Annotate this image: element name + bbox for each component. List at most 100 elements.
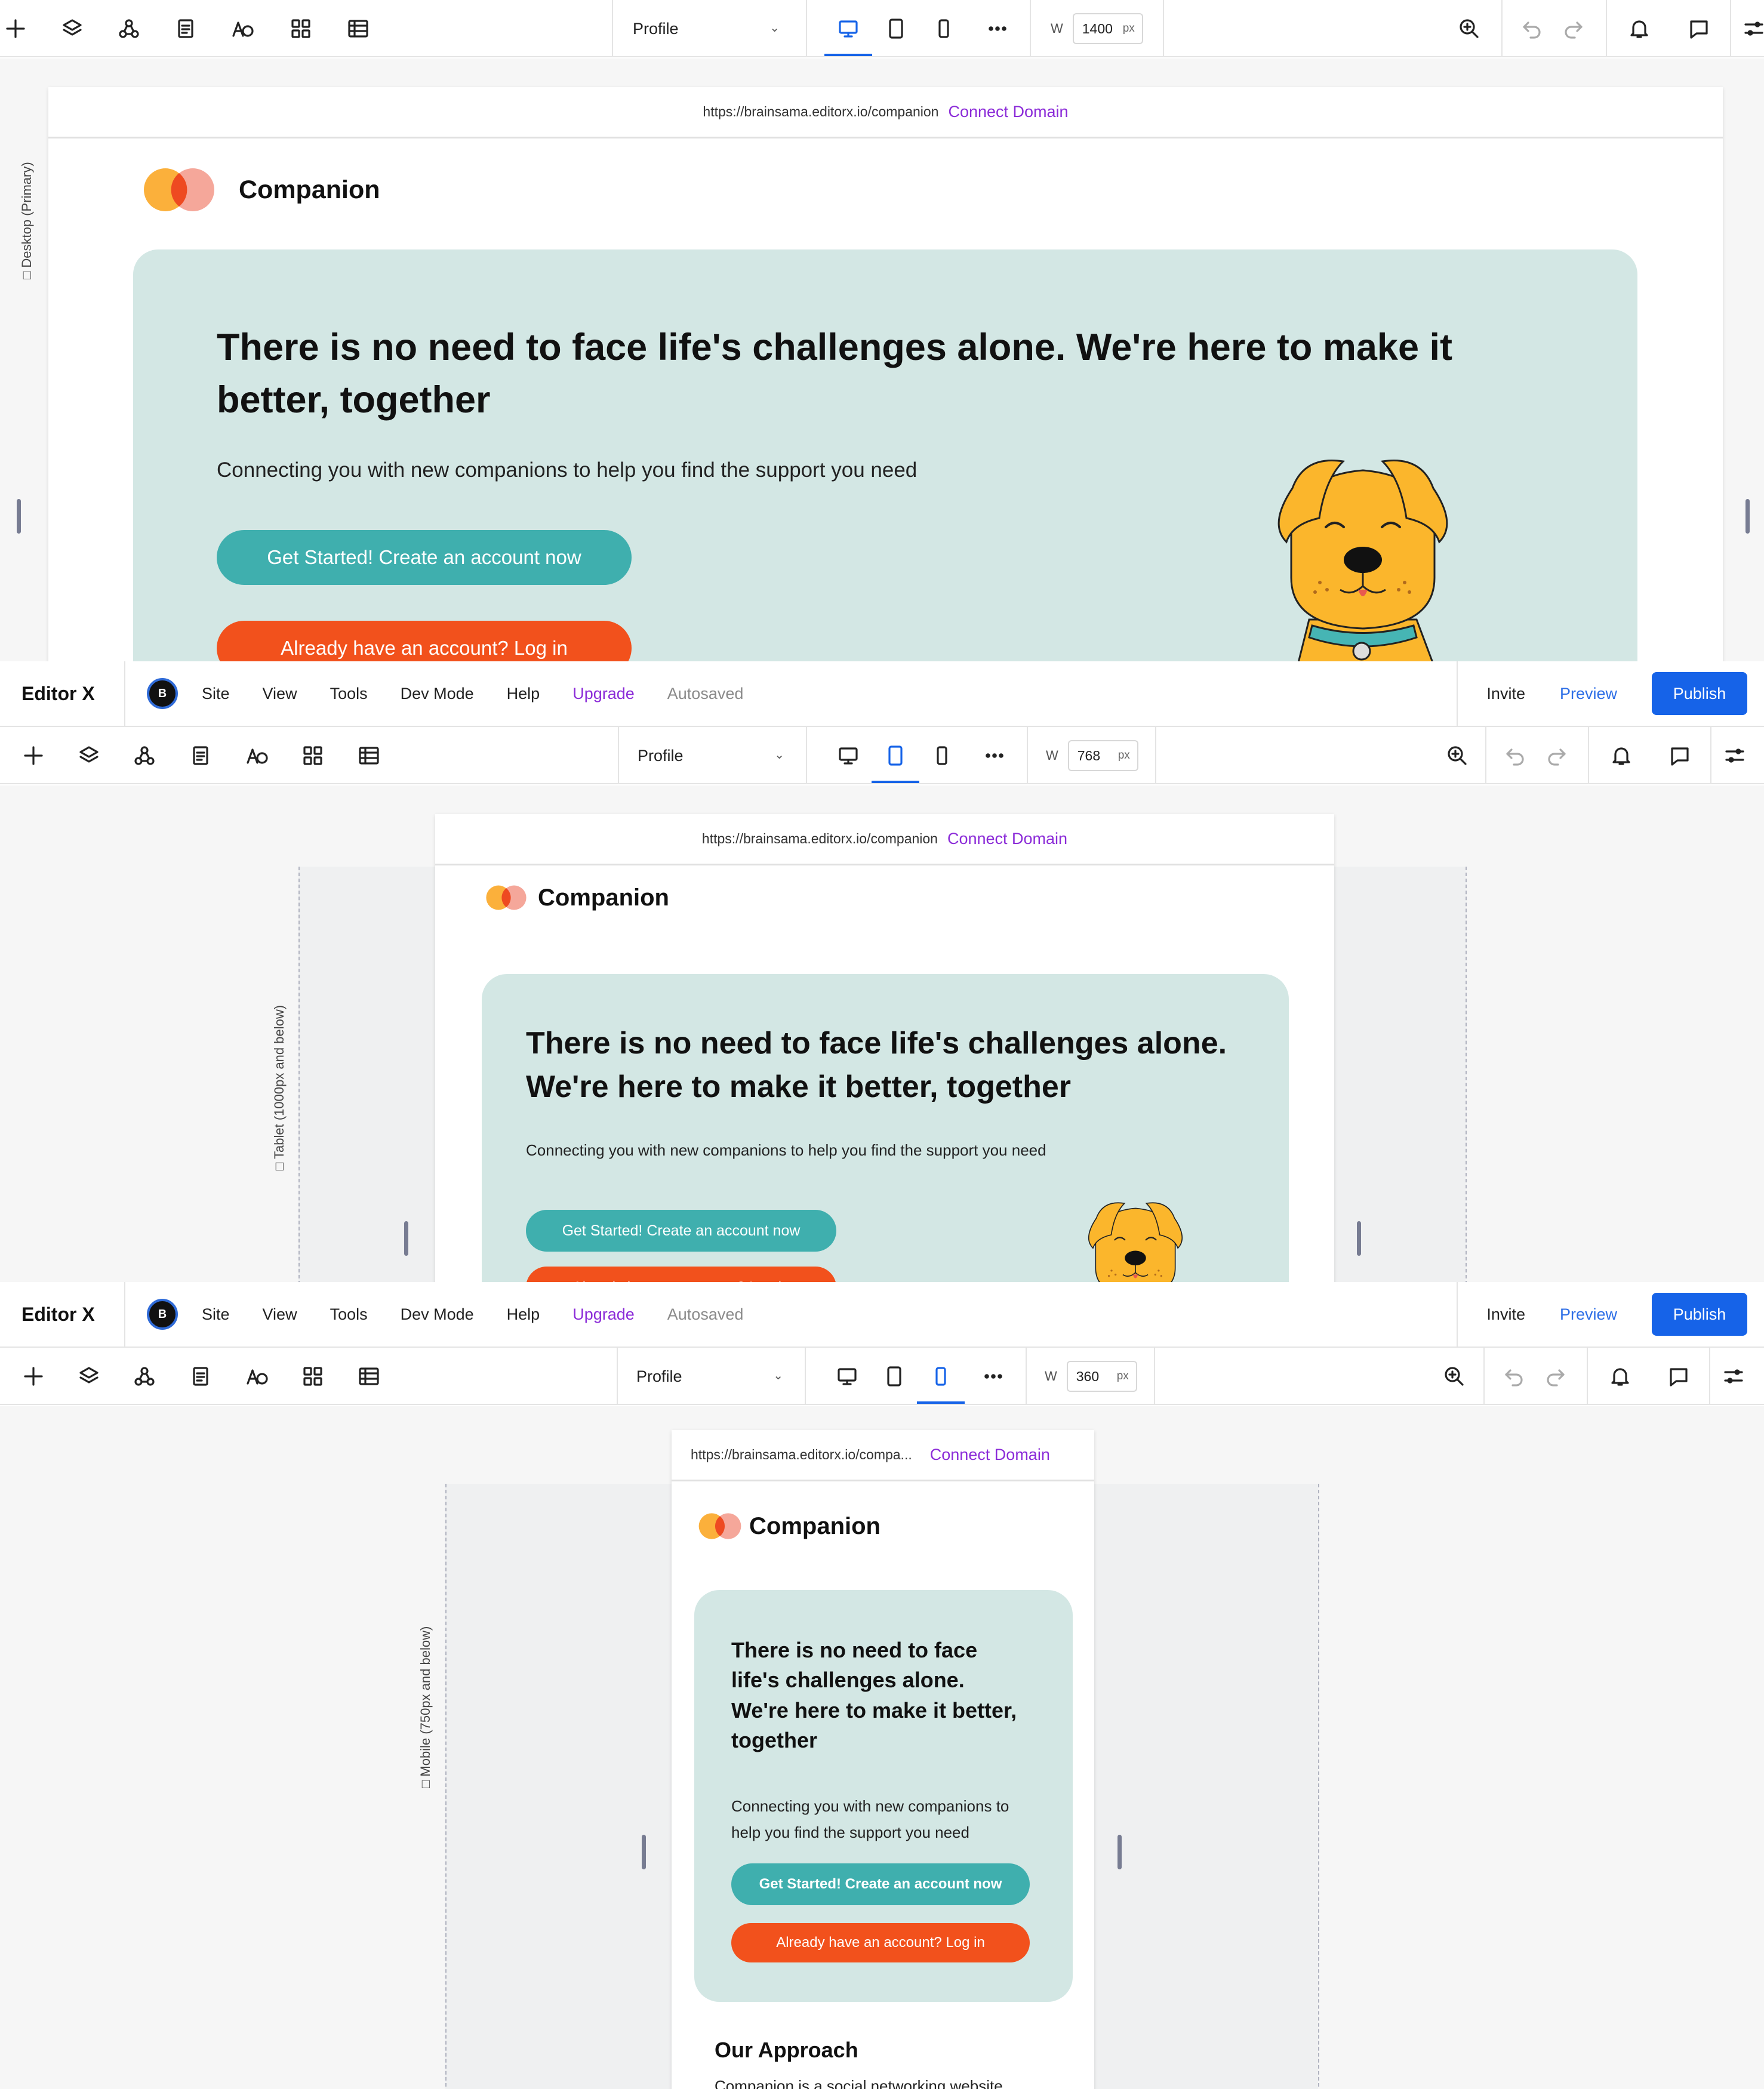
theme-icon[interactable] <box>241 1361 272 1392</box>
resize-handle-left[interactable] <box>17 499 21 534</box>
desktop-icon[interactable] <box>832 1361 863 1392</box>
page-select[interactable]: Profile ⌄ <box>620 727 811 784</box>
connect-domain-link[interactable]: Connect Domain <box>947 830 1067 848</box>
components-icon[interactable] <box>129 740 160 771</box>
layers-icon[interactable] <box>57 13 88 44</box>
width-input[interactable]: 1400 px <box>1072 13 1143 44</box>
tablet-icon[interactable] <box>881 13 912 44</box>
user-avatar[interactable]: B <box>147 678 178 709</box>
add-icon[interactable] <box>0 13 31 44</box>
undo-icon[interactable] <box>1498 1361 1529 1392</box>
menu-view[interactable]: View <box>263 685 297 703</box>
comments-icon[interactable] <box>1663 1361 1694 1392</box>
site-url: https://brainsama.editorx.io/companion <box>701 831 938 846</box>
menu-dev-mode[interactable]: Dev Mode <box>401 1305 474 1324</box>
undo-icon[interactable] <box>1516 13 1547 44</box>
menu-site[interactable]: Site <box>202 685 230 703</box>
menu-help[interactable]: Help <box>507 685 540 703</box>
layers-icon[interactable] <box>73 1361 104 1392</box>
user-avatar[interactable]: B <box>147 1299 178 1330</box>
cms-icon[interactable] <box>353 1361 384 1392</box>
more-icon[interactable] <box>982 13 1013 44</box>
width-input[interactable]: 360 px <box>1066 1361 1137 1392</box>
settings-sliders-icon[interactable] <box>1718 1361 1749 1392</box>
redo-icon[interactable] <box>1540 1361 1571 1392</box>
notifications-icon[interactable] <box>1606 740 1637 771</box>
login-button[interactable]: Already have an account? Log in <box>217 621 632 661</box>
comments-icon[interactable] <box>1664 740 1695 771</box>
cms-icon[interactable] <box>353 740 384 771</box>
width-control[interactable]: W 1400 px <box>1051 13 1143 44</box>
menu-tools[interactable]: Tools <box>330 685 368 703</box>
cms-icon[interactable] <box>343 13 374 44</box>
preview-button[interactable]: Preview <box>1554 685 1652 703</box>
apps-icon[interactable] <box>297 1361 328 1392</box>
invite-button[interactable]: Invite <box>1457 661 1554 726</box>
menu-site[interactable]: Site <box>202 1305 230 1324</box>
mobile-icon[interactable] <box>926 740 958 771</box>
page-select[interactable]: Profile ⌄ <box>615 0 806 57</box>
pages-icon[interactable] <box>185 1361 216 1392</box>
login-button[interactable]: Already have an account? Log in <box>526 1267 836 1282</box>
resize-handle-left[interactable] <box>404 1221 408 1256</box>
components-icon[interactable] <box>113 13 144 44</box>
menu-view[interactable]: View <box>263 1305 297 1324</box>
login-button[interactable]: Already have an account? Log in <box>731 1923 1030 1962</box>
zoom-icon[interactable] <box>1439 1361 1470 1392</box>
desktop-icon[interactable] <box>833 740 864 771</box>
layers-icon[interactable] <box>73 740 104 771</box>
zoom-icon[interactable] <box>1442 740 1473 771</box>
mobile-icon[interactable] <box>925 1361 956 1392</box>
hero-card: There is no need to face life's challeng… <box>694 1590 1073 2002</box>
tablet-icon[interactable] <box>880 740 911 771</box>
menu-help[interactable]: Help <box>507 1305 540 1324</box>
resize-handle-right[interactable] <box>1357 1221 1361 1256</box>
zoom-icon[interactable] <box>1454 13 1485 44</box>
get-started-button[interactable]: Get Started! Create an account now <box>217 530 632 585</box>
active-device-indicator <box>872 781 919 783</box>
mobile-icon[interactable] <box>928 13 959 44</box>
add-icon[interactable] <box>18 1361 49 1392</box>
notifications-icon[interactable] <box>1605 1361 1636 1392</box>
publish-button[interactable]: Publish <box>1652 1293 1747 1336</box>
more-icon[interactable] <box>978 1361 1009 1392</box>
width-control[interactable]: W 360 px <box>1045 1361 1137 1392</box>
theme-icon[interactable] <box>227 13 258 44</box>
undo-icon[interactable] <box>1500 740 1531 771</box>
components-icon[interactable] <box>129 1361 160 1392</box>
pages-icon[interactable] <box>185 740 216 771</box>
preview-button[interactable]: Preview <box>1554 1305 1652 1324</box>
page-select[interactable]: Profile ⌄ <box>618 1348 809 1405</box>
theme-icon[interactable] <box>241 740 272 771</box>
menu-dev-mode[interactable]: Dev Mode <box>401 685 474 703</box>
width-control[interactable]: W 768 px <box>1046 740 1138 771</box>
get-started-button[interactable]: Get Started! Create an account now <box>731 1863 1030 1905</box>
menu-upgrade[interactable]: Upgrade <box>572 685 635 703</box>
menu-tools[interactable]: Tools <box>330 1305 368 1324</box>
pages-icon[interactable] <box>170 13 201 44</box>
apps-icon[interactable] <box>297 740 328 771</box>
redo-icon[interactable] <box>1558 13 1589 44</box>
tablet-icon[interactable] <box>879 1361 910 1392</box>
resize-handle-right[interactable] <box>1745 499 1750 534</box>
more-icon[interactable] <box>979 740 1010 771</box>
resize-handle-right[interactable] <box>1117 1835 1122 1869</box>
companion-logo-icon <box>484 883 528 912</box>
settings-sliders-icon[interactable] <box>1719 740 1750 771</box>
invite-button[interactable]: Invite <box>1457 1282 1554 1347</box>
menu-upgrade[interactable]: Upgrade <box>572 1305 635 1324</box>
connect-domain-link[interactable]: Connect Domain <box>930 1446 1050 1464</box>
width-input[interactable]: 768 px <box>1067 740 1138 771</box>
notifications-icon[interactable] <box>1624 13 1655 44</box>
desktop-icon[interactable] <box>833 13 864 44</box>
publish-button[interactable]: Publish <box>1652 672 1747 715</box>
get-started-button[interactable]: Get Started! Create an account now <box>526 1210 836 1252</box>
comments-icon[interactable] <box>1683 13 1714 44</box>
resize-handle-left[interactable] <box>642 1835 646 1869</box>
apps-icon[interactable] <box>285 13 316 44</box>
redo-icon[interactable] <box>1541 740 1572 771</box>
connect-domain-link[interactable]: Connect Domain <box>948 103 1068 121</box>
width-unit: px <box>1116 1370 1129 1382</box>
add-icon[interactable] <box>18 740 49 771</box>
settings-sliders-icon[interactable] <box>1738 13 1764 44</box>
